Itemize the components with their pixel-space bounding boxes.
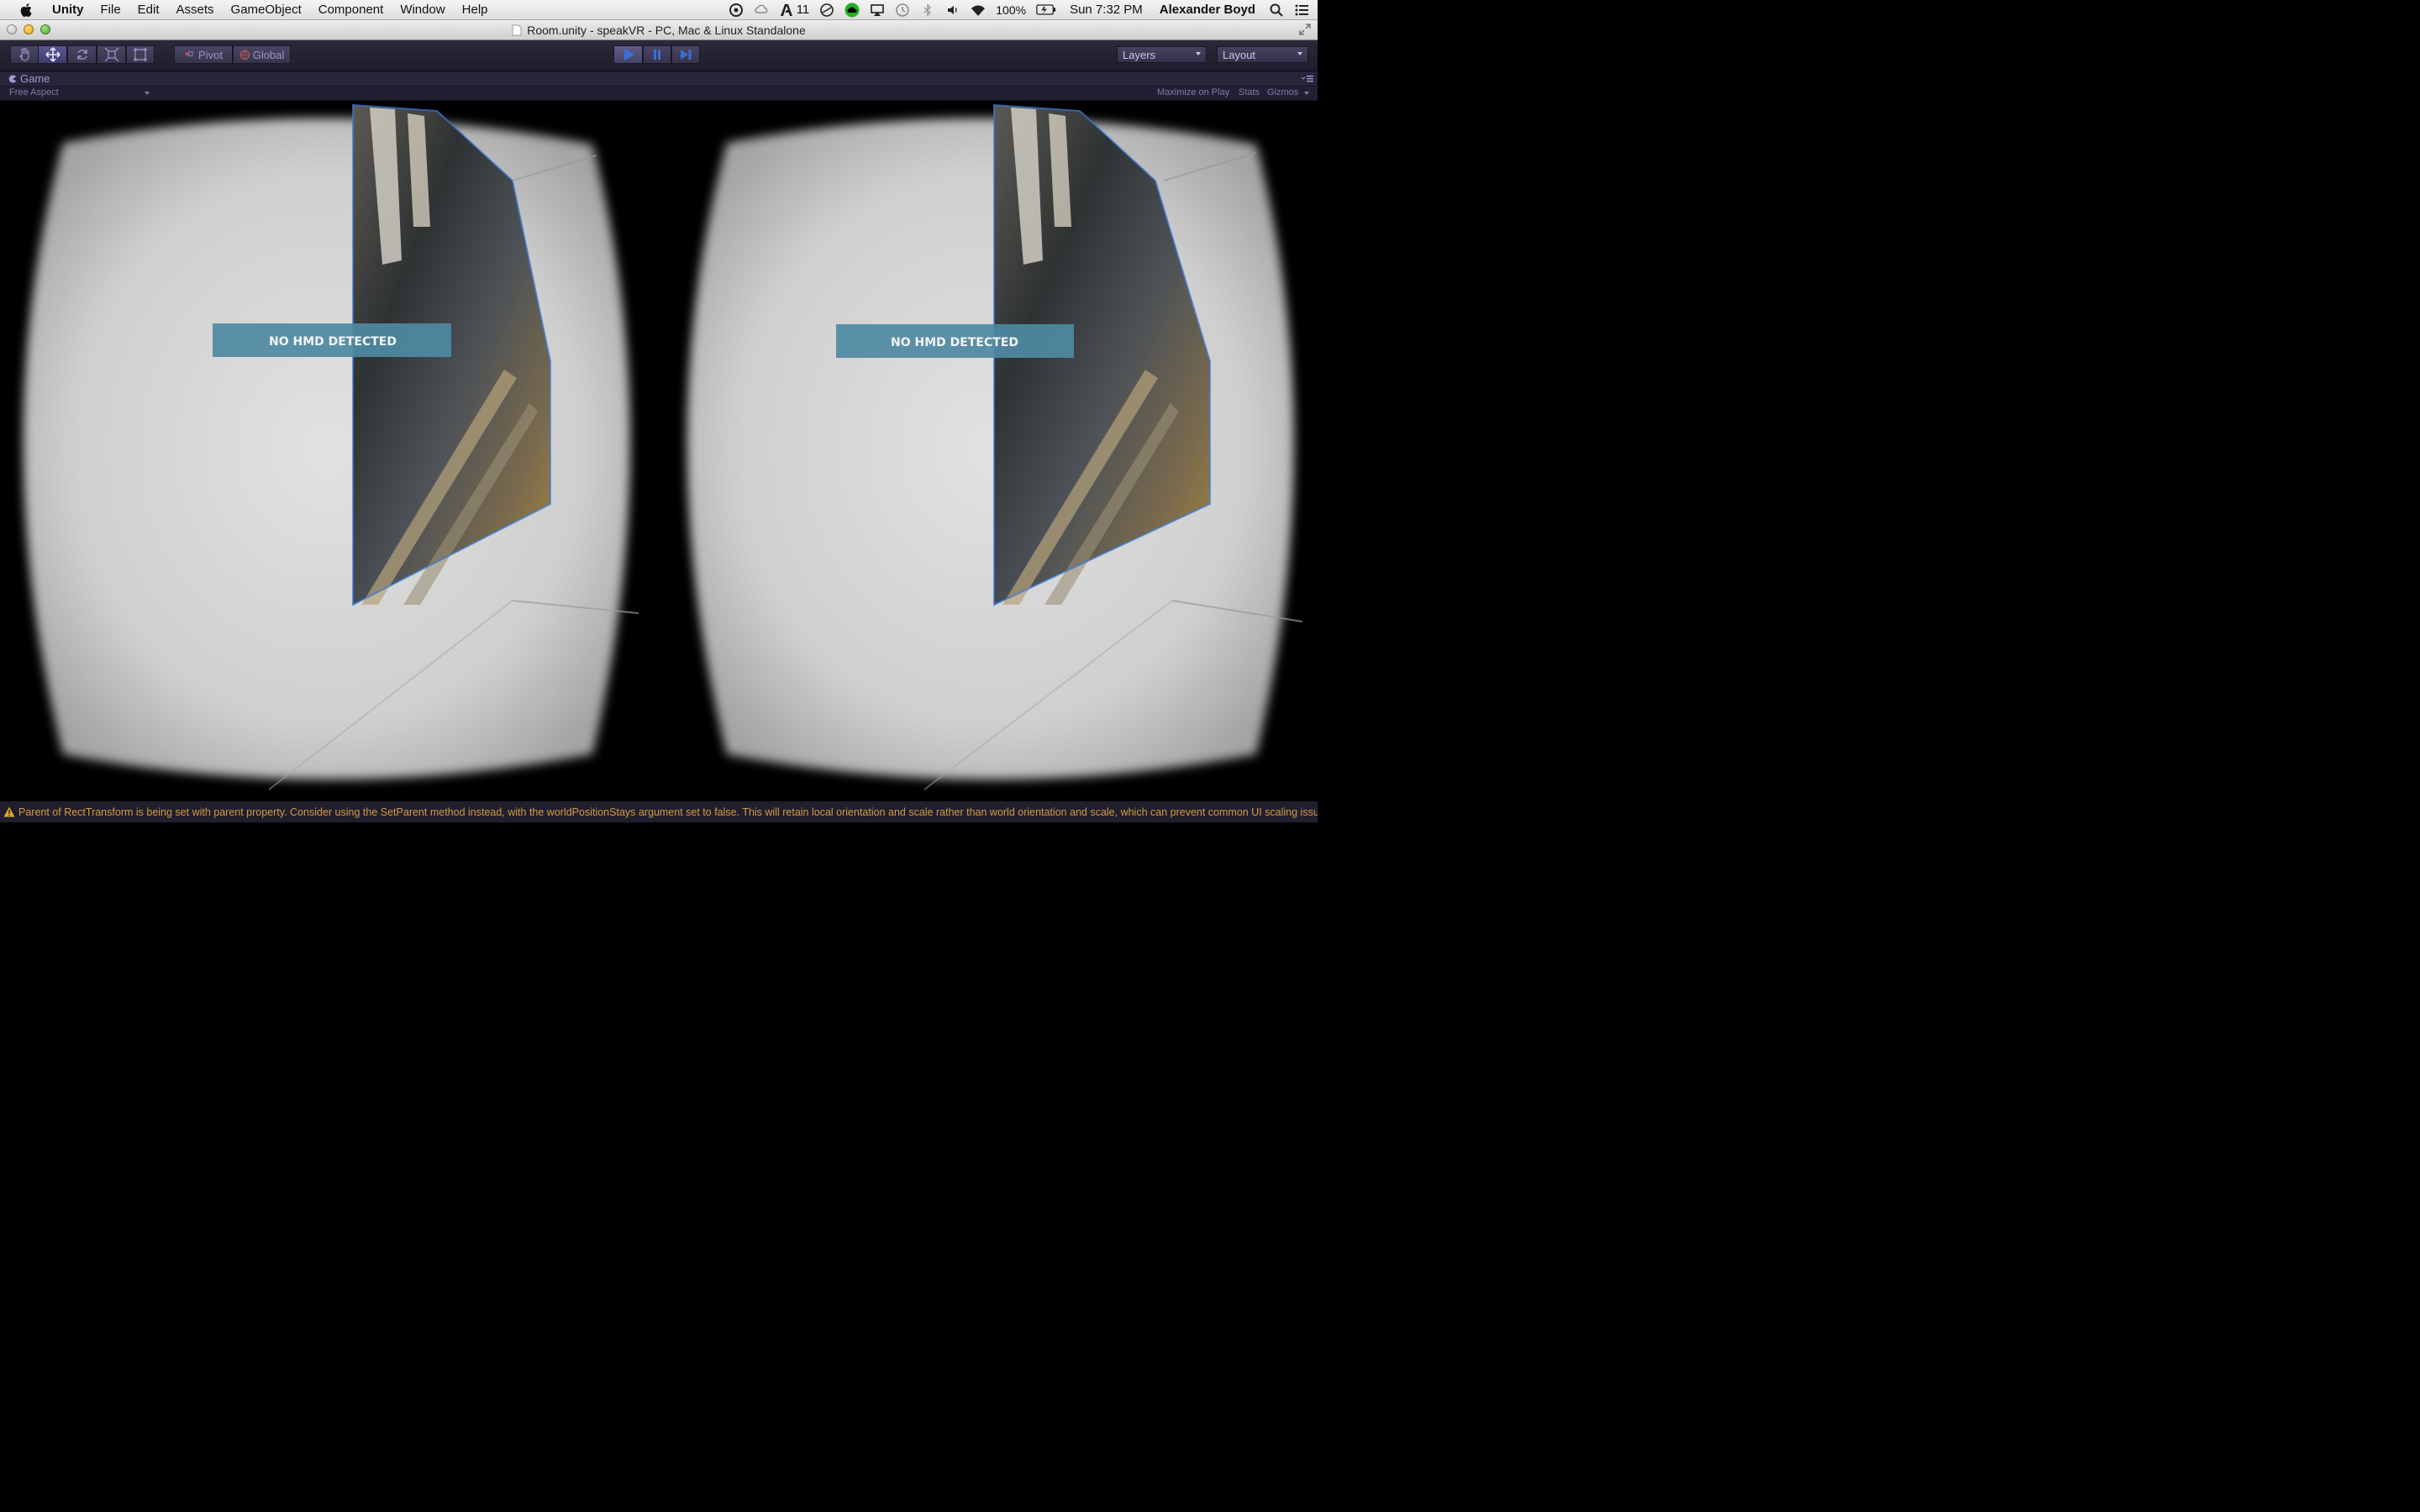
move-tool-button[interactable] xyxy=(38,45,67,64)
battery-percentage[interactable]: 100% xyxy=(996,3,1026,17)
maximize-on-play-toggle[interactable]: Maximize on Play xyxy=(1157,87,1229,97)
move-arrows-icon xyxy=(45,47,60,62)
airplay-icon[interactable] xyxy=(870,3,885,18)
stats-toggle[interactable]: Stats xyxy=(1239,87,1260,97)
console-message: Parent of RectTransform is being set wit… xyxy=(18,806,1318,818)
game-view-controlbar: Free Aspect Maximize on Play Stats Gizmo… xyxy=(0,87,1318,101)
unity-toolbar: Pivot Global Layers Layout xyxy=(0,40,1318,71)
macos-menubar: Unity File Edit Assets GameObject Compon… xyxy=(0,0,1318,20)
pivot-icon xyxy=(185,51,193,56)
layers-label: Layers xyxy=(1123,48,1156,61)
game-view[interactable]: NO HMD DETECTED NO HMD DETECTED xyxy=(0,101,1318,801)
zoom-window-button[interactable] xyxy=(40,24,50,34)
window-titlebar: Room.unity - speakVR - PC, Mac & Linux S… xyxy=(0,20,1318,40)
minimize-window-button[interactable] xyxy=(24,24,34,34)
hand-icon xyxy=(19,47,29,61)
creative-cloud-icon[interactable] xyxy=(754,3,769,18)
rotate-tool-button[interactable] xyxy=(67,45,97,64)
pivot-toggle-button[interactable]: Pivot xyxy=(174,45,233,64)
left-eye-view: NO HMD DETECTED xyxy=(23,103,639,790)
pivot-label: Pivot xyxy=(198,48,223,61)
hand-tool-button[interactable] xyxy=(10,45,39,64)
play-button[interactable] xyxy=(613,45,643,64)
menu-help[interactable]: Help xyxy=(462,3,488,17)
chevron-down-icon[interactable] xyxy=(145,92,150,95)
document-icon xyxy=(512,24,522,35)
gizmos-dropdown[interactable]: Gizmos xyxy=(1267,87,1298,97)
time-machine-icon[interactable] xyxy=(895,3,910,18)
panel-menu-icon[interactable] xyxy=(1301,75,1314,83)
menu-window[interactable]: Window xyxy=(400,3,445,17)
chevron-down-icon[interactable] xyxy=(1304,92,1309,95)
rotate-icon xyxy=(76,50,87,60)
step-icon xyxy=(681,50,692,60)
menu-assets[interactable]: Assets xyxy=(176,3,214,17)
layout-label: Layout xyxy=(1223,48,1256,61)
bluetooth-icon[interactable] xyxy=(920,3,935,18)
notification-center-icon[interactable] xyxy=(1294,3,1309,18)
play-icon xyxy=(623,49,634,60)
user-name[interactable]: Alexander Boyd xyxy=(1160,3,1255,17)
chevron-down-icon xyxy=(1196,52,1201,55)
window-controls xyxy=(7,24,50,34)
rect-transform-icon xyxy=(134,48,147,61)
menu-file[interactable]: File xyxy=(101,3,121,17)
menu-edit[interactable]: Edit xyxy=(138,3,160,17)
battery-icon[interactable] xyxy=(1036,4,1056,15)
globe-icon xyxy=(239,50,250,60)
sync-status-icon[interactable] xyxy=(819,3,834,18)
fullscreen-icon[interactable] xyxy=(1299,24,1311,35)
window-title: Room.unity - speakVR - PC, Mac & Linux S… xyxy=(527,23,806,37)
menu-app-unity[interactable]: Unity xyxy=(52,3,84,17)
game-panel-header: Game xyxy=(0,71,1318,87)
global-label: Global xyxy=(252,48,285,61)
stereo-render: NO HMD DETECTED NO HMD DETECTED xyxy=(23,103,1303,790)
rect-tool-button[interactable] xyxy=(126,45,155,64)
menubar-clock[interactable]: Sun 7:32 PM xyxy=(1070,3,1143,17)
right-eye-view: NO HMD DETECTED xyxy=(687,103,1303,790)
creative-cloud-sync-icon[interactable] xyxy=(729,3,744,18)
game-pacman-icon xyxy=(8,74,17,83)
global-toggle-button[interactable]: Global xyxy=(233,45,291,64)
menubar-status-area: 11 100% Sun 7:32 PM Alexander Boyd xyxy=(723,0,1318,19)
menu-component[interactable]: Component xyxy=(318,3,384,17)
adobe-updates[interactable]: 11 xyxy=(779,3,810,18)
apple-menu-icon[interactable] xyxy=(18,2,35,18)
scale-icon xyxy=(104,47,118,62)
adobe-icon xyxy=(780,3,792,16)
pause-icon xyxy=(654,50,660,60)
warning-icon xyxy=(3,806,15,817)
volume-icon[interactable] xyxy=(945,3,960,18)
layout-dropdown[interactable]: Layout xyxy=(1217,46,1308,63)
close-window-button[interactable] xyxy=(7,24,17,34)
aspect-dropdown[interactable]: Free Aspect xyxy=(9,87,59,97)
layers-dropdown[interactable]: Layers xyxy=(1117,46,1207,63)
pause-button[interactable] xyxy=(643,45,671,64)
console-status-bar[interactable]: Parent of RectTransform is being set wit… xyxy=(0,801,1318,822)
wifi-icon[interactable] xyxy=(971,3,986,18)
menu-gameobject[interactable]: GameObject xyxy=(231,3,302,17)
left-hmd-warning: NO HMD DETECTED xyxy=(269,335,397,349)
step-button[interactable] xyxy=(671,45,700,64)
chevron-down-icon xyxy=(1297,52,1302,55)
right-hmd-warning: NO HMD DETECTED xyxy=(891,336,1018,349)
adobe-update-count: 11 xyxy=(796,3,810,17)
spotlight-search-icon[interactable] xyxy=(1269,3,1284,18)
tab-game-label: Game xyxy=(20,72,50,85)
cloud-app-green-icon[interactable] xyxy=(844,3,860,18)
scale-tool-button[interactable] xyxy=(97,45,126,64)
tab-game[interactable]: Game xyxy=(8,72,50,85)
